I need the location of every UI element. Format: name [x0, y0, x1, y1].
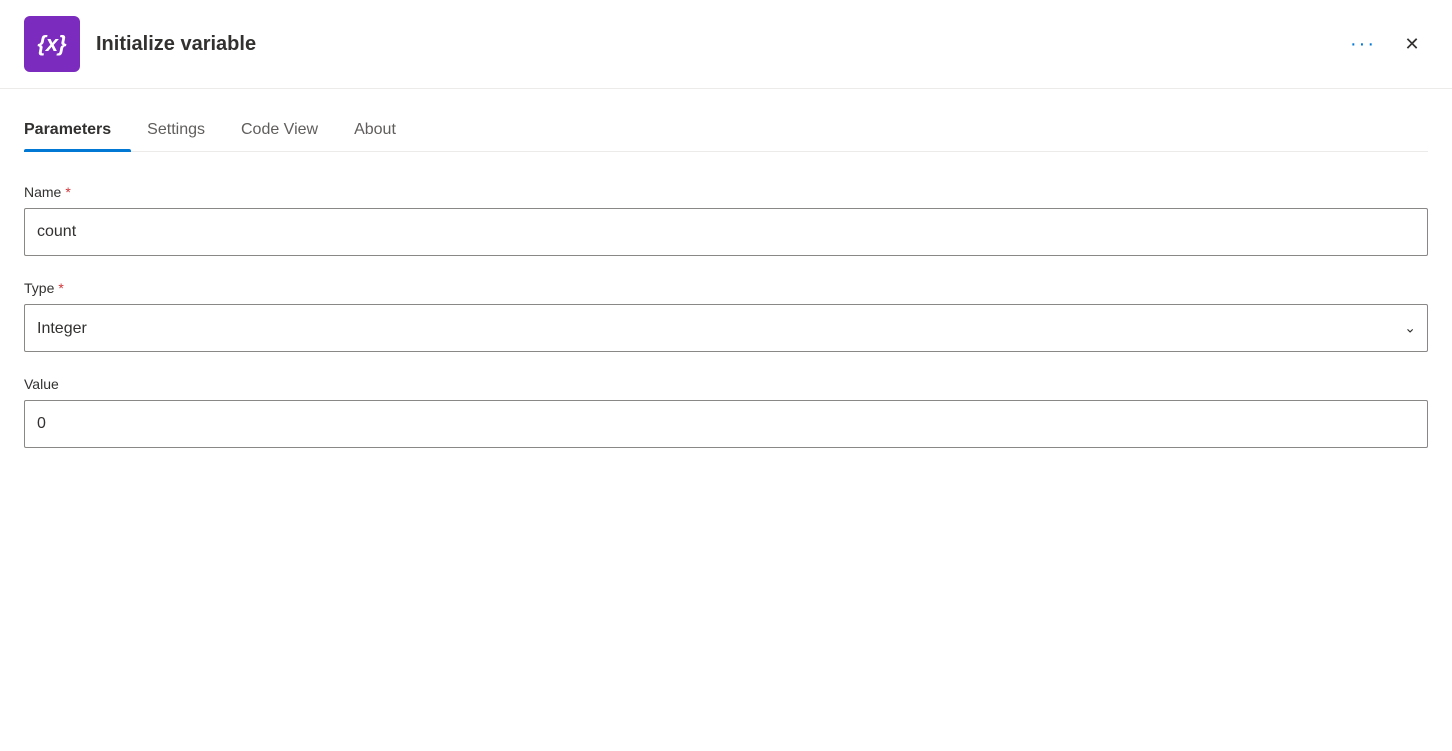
action-header: {x} Initialize variable ··· ✕ — [0, 0, 1452, 89]
tab-parameters[interactable]: Parameters — [24, 113, 131, 151]
type-required-indicator: * — [58, 280, 63, 296]
tab-about[interactable]: About — [354, 113, 416, 151]
name-required-indicator: * — [65, 184, 70, 200]
header-right: ··· ✕ — [1342, 28, 1428, 60]
header-left: {x} Initialize variable — [24, 16, 256, 72]
tab-bar: Parameters Settings Code View About — [0, 113, 1452, 151]
name-label: Name * — [24, 184, 1428, 200]
type-select-wrapper: Array Boolean Float Integer Object Strin… — [24, 304, 1428, 352]
type-field-group: Type * Array Boolean Float Integer Objec… — [24, 280, 1428, 352]
action-title: Initialize variable — [96, 33, 256, 56]
action-icon: {x} — [24, 16, 80, 72]
type-label: Type * — [24, 280, 1428, 296]
close-button[interactable]: ✕ — [1396, 28, 1428, 60]
name-input[interactable] — [24, 208, 1428, 256]
value-label: Value — [24, 376, 1428, 392]
value-field-group: Value — [24, 376, 1428, 448]
type-select[interactable]: Array Boolean Float Integer Object Strin… — [24, 304, 1428, 352]
tab-settings[interactable]: Settings — [147, 113, 225, 151]
form-area: Name * Type * Array Boolean Float Intege… — [0, 152, 1452, 504]
value-input[interactable] — [24, 400, 1428, 448]
more-options-button[interactable]: ··· — [1342, 30, 1384, 58]
name-field-group: Name * — [24, 184, 1428, 256]
tab-code-view[interactable]: Code View — [241, 113, 338, 151]
